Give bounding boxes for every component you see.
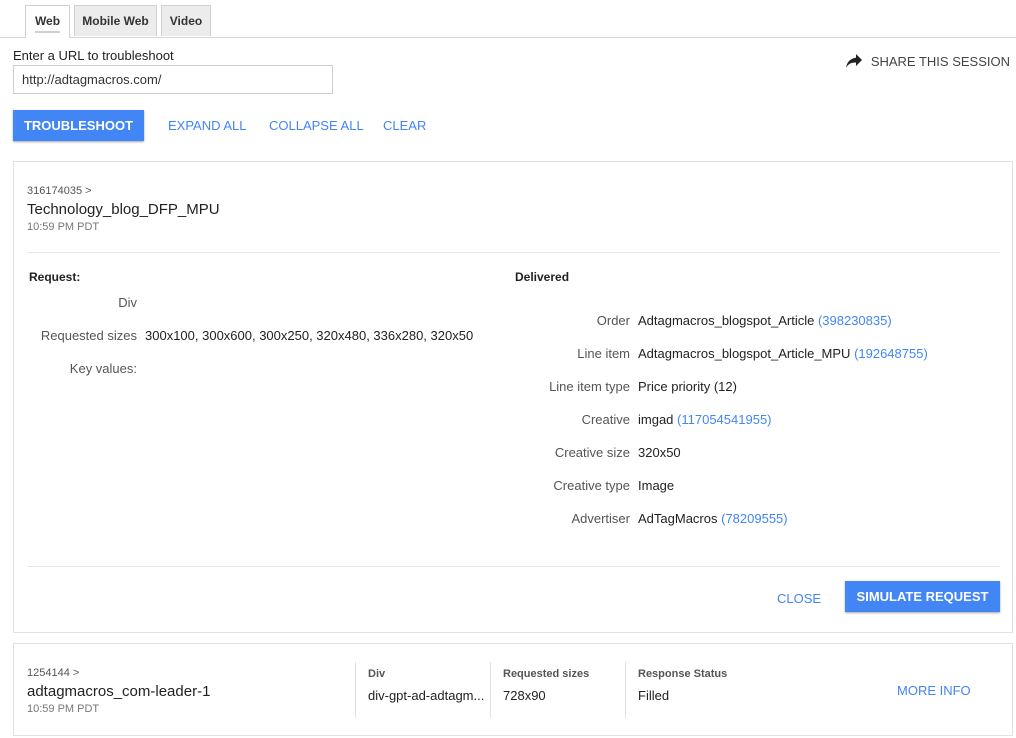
share-arrow-icon: [845, 54, 862, 68]
line-item-id-link[interactable]: (192648755): [854, 346, 928, 361]
troubleshoot-button[interactable]: TROUBLESHOOT: [13, 110, 144, 141]
order-id-link[interactable]: (398230835): [818, 313, 892, 328]
section-divider: [28, 252, 1000, 253]
delivered-value-line-item-type: Price priority (12): [638, 379, 737, 394]
request-label-div: Div: [118, 295, 137, 310]
delivered-label-line-item-type: Line item type: [549, 379, 630, 394]
status-header: Response Status: [638, 668, 728, 680]
status-value: Filled: [638, 688, 670, 703]
delivered-label-creative-size: Creative size: [554, 445, 630, 460]
clear-button[interactable]: CLEAR: [383, 118, 426, 133]
slot-name: adtagmacros_com-leader-1: [27, 683, 211, 700]
sizes-header: Requested sizes: [503, 668, 590, 680]
tab-web[interactable]: Web: [25, 5, 70, 38]
more-info-button[interactable]: MORE INFO: [897, 683, 971, 698]
close-button[interactable]: CLOSE: [777, 591, 821, 606]
div-column: Div div-gpt-ad-adtagm...: [355, 662, 490, 718]
expand-all-button[interactable]: EXPAND ALL: [168, 118, 247, 133]
delivered-value-creative-type: Image: [638, 478, 675, 493]
ad-slot-card-expanded: 316174035 > Technology_blog_DFP_MPU 10:5…: [13, 161, 1013, 633]
collapse-all-button[interactable]: COLLAPSE ALL: [269, 118, 364, 133]
footer-divider: [28, 566, 1000, 567]
div-header: Div: [368, 668, 386, 680]
delivered-label-order: Order: [596, 313, 630, 328]
share-session-button[interactable]: SHARE THIS SESSION: [845, 53, 1010, 69]
request-label-key-values: Key values:: [69, 361, 137, 376]
request-label-sizes: Requested sizes: [40, 328, 137, 343]
delivered-heading: Delivered: [515, 270, 570, 284]
sizes-column: Requested sizes 728x90: [490, 662, 625, 718]
tab-mobile-web[interactable]: Mobile Web: [74, 5, 157, 36]
delivered-label-creative: Creative: [581, 412, 630, 427]
delivered-value-creative: imgad (117054541955): [638, 412, 772, 427]
status-column: Response Status Filled: [625, 662, 760, 718]
request-heading: Request:: [29, 270, 81, 284]
delivered-value-order: Adtagmacros_blogspot_Article (398230835): [638, 313, 892, 328]
delivered-value-creative-size: 320x50: [638, 445, 681, 460]
delivered-value-line-item: Adtagmacros_blogspot_Article_MPU (192648…: [638, 346, 928, 361]
delivered-value-advertiser: AdTagMacros (78209555): [638, 511, 788, 526]
slot-time: 10:59 PM PDT: [27, 221, 100, 233]
delivered-label-line-item: Line item: [577, 346, 630, 361]
request-value-sizes: 300x100, 300x600, 300x250, 320x480, 336x…: [145, 328, 474, 343]
delivered-label-creative-type: Creative type: [553, 478, 630, 493]
div-value: div-gpt-ad-adtagm...: [368, 688, 485, 703]
slot-id[interactable]: 316174035 >: [27, 185, 92, 197]
ad-slot-card-collapsed[interactable]: 1254144 > adtagmacros_com-leader-1 10:59…: [13, 643, 1013, 736]
slot-name: Technology_blog_DFP_MPU: [27, 201, 220, 218]
advertiser-id-link[interactable]: (78209555): [721, 511, 788, 526]
tab-bar: Web Mobile Web Video: [0, 0, 1016, 38]
delivered-label-advertiser: Advertiser: [571, 511, 630, 526]
sizes-value: 728x90: [503, 688, 546, 703]
share-session-label: SHARE THIS SESSION: [870, 53, 1010, 69]
slot-id[interactable]: 1254144 >: [27, 667, 79, 679]
url-label: Enter a URL to troubleshoot: [13, 48, 174, 63]
tab-video[interactable]: Video: [161, 5, 211, 36]
creative-id-link[interactable]: (117054541955): [677, 412, 771, 427]
url-input[interactable]: [13, 65, 333, 94]
slot-time: 10:59 PM PDT: [27, 703, 100, 715]
simulate-request-button[interactable]: SIMULATE REQUEST: [845, 581, 1000, 612]
